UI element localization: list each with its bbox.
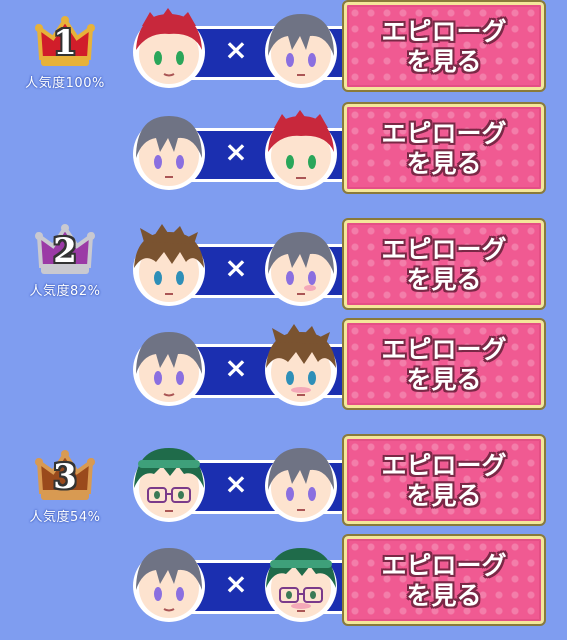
character-face-brown-hair xyxy=(260,322,342,412)
character-face-gray-hair xyxy=(128,106,210,196)
character-face-brown-hair xyxy=(128,222,210,312)
rank-badge-2: 2 人気度82% xyxy=(10,222,120,299)
button-label: エピローグ を見る xyxy=(381,551,507,610)
crown-icon: 2 xyxy=(35,222,95,278)
pair-row: × エピローグ を見る xyxy=(128,534,548,636)
popularity-label: 人気度54% xyxy=(29,510,101,525)
times-symbol: × xyxy=(224,135,248,168)
view-epilogue-button[interactable]: エピローグ を見る xyxy=(342,534,546,626)
view-epilogue-button[interactable]: エピローグ を見る xyxy=(342,0,546,92)
view-epilogue-button[interactable]: エピローグ を見る xyxy=(342,318,546,410)
button-label: エピローグ を見る xyxy=(381,119,507,178)
crown-icon: 3 xyxy=(35,448,95,504)
pair-row: × エピローグ を見る xyxy=(128,0,548,102)
button-label: エピローグ を見る xyxy=(381,17,507,76)
pair-row: × エピローグ を見る xyxy=(128,218,548,320)
pair-row: × エピローグ を見る xyxy=(128,102,548,204)
rank-number: 2 xyxy=(53,231,77,271)
character-face-green-hair-glasses xyxy=(260,538,342,628)
character-face-gray-hair xyxy=(128,538,210,628)
times-symbol: × xyxy=(224,33,248,66)
character-face-red-hair xyxy=(260,106,342,196)
times-symbol: × xyxy=(224,251,248,284)
view-epilogue-button[interactable]: エピローグ を見る xyxy=(342,434,546,526)
character-face-red-hair xyxy=(128,4,210,94)
crown-icon: 1 xyxy=(35,14,95,70)
character-face-gray-hair xyxy=(260,4,342,94)
view-epilogue-button[interactable]: エピローグ を見る xyxy=(342,102,546,194)
character-face-green-hair-glasses xyxy=(128,438,210,528)
pair-row: × エピローグ を見る xyxy=(128,318,548,420)
rank-number: 1 xyxy=(53,23,77,63)
character-face-gray-hair xyxy=(260,222,342,312)
view-epilogue-button[interactable]: エピローグ を見る xyxy=(342,218,546,310)
popularity-label: 人気度82% xyxy=(29,284,101,299)
popularity-label: 人気度100% xyxy=(25,76,105,91)
rank-number: 3 xyxy=(53,457,77,497)
button-label: エピローグ を見る xyxy=(381,451,507,510)
button-label: エピローグ を見る xyxy=(381,335,507,394)
pair-row: × エピローグ を見る xyxy=(128,434,548,536)
times-symbol: × xyxy=(224,467,248,500)
button-label: エピローグ を見る xyxy=(381,235,507,294)
times-symbol: × xyxy=(224,567,248,600)
character-face-gray-hair xyxy=(260,438,342,528)
rank-badge-1: 1 人気度100% xyxy=(10,14,120,91)
times-symbol: × xyxy=(224,351,248,384)
rank-badge-3: 3 人気度54% xyxy=(10,448,120,525)
character-face-gray-hair xyxy=(128,322,210,412)
